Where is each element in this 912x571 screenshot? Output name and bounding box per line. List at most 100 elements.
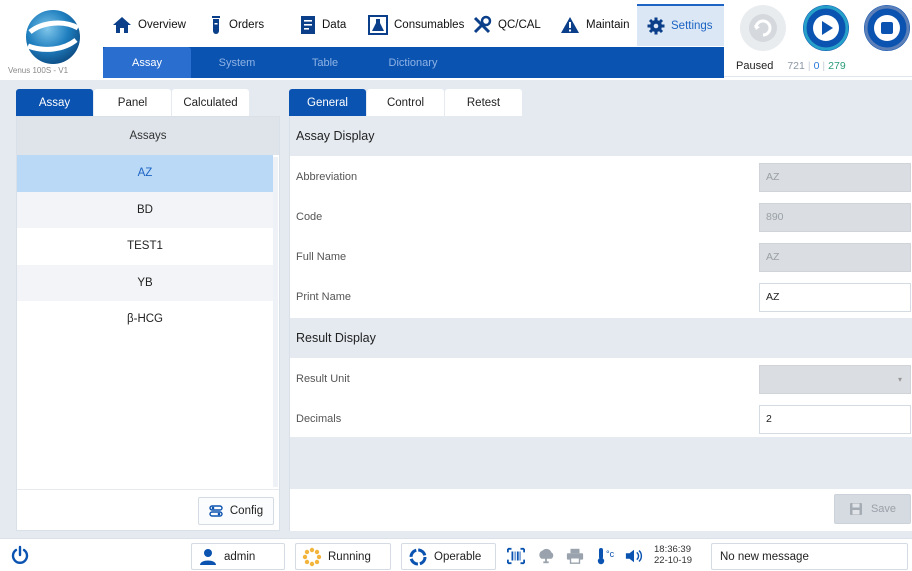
nav-data[interactable]: Data xyxy=(294,4,352,46)
nav-orders[interactable]: Orders xyxy=(203,4,270,46)
field-print-name: Print Name AZ xyxy=(290,277,912,317)
panel-spacer xyxy=(290,437,912,489)
field-code: Code 890 xyxy=(290,197,912,237)
stop-icon xyxy=(864,5,910,51)
run-button[interactable] xyxy=(803,5,849,51)
field-result-unit: Result Unit ▾ xyxy=(290,359,912,399)
test-tube-icon xyxy=(209,15,223,35)
run-status: Paused 721 | 0 | 279 xyxy=(724,55,912,77)
power-icon[interactable] xyxy=(10,545,30,565)
printer-icon[interactable] xyxy=(566,547,584,565)
subtab-system[interactable]: System xyxy=(191,47,283,78)
list-scrollbar[interactable] xyxy=(273,157,278,487)
decimals-input[interactable]: 2 xyxy=(759,404,911,434)
nav-settings-label: Settings xyxy=(671,20,713,32)
nav-overview[interactable]: Overview xyxy=(106,4,192,46)
app-logo xyxy=(22,6,84,68)
count-separator: | xyxy=(822,59,826,72)
print-name-input[interactable]: AZ xyxy=(759,282,911,312)
nav-qccal[interactable]: QC/CAL xyxy=(466,4,547,46)
result-display-heading: Result Display xyxy=(290,318,912,358)
barcode-scanner-icon[interactable] xyxy=(507,547,525,565)
document-icon xyxy=(300,15,316,35)
config-label: Config xyxy=(229,505,264,517)
tab-assay[interactable]: Assay xyxy=(16,89,93,116)
gear-icon xyxy=(647,17,665,35)
user-name: admin xyxy=(224,550,256,563)
print-name-label: Print Name xyxy=(296,291,352,303)
result-unit-label: Result Unit xyxy=(296,373,350,385)
operable-label: Operable xyxy=(434,550,482,563)
nav-maintain[interactable]: Maintain xyxy=(554,4,635,46)
svg-text:°c: °c xyxy=(606,549,615,559)
tab-control[interactable]: Control xyxy=(367,89,444,116)
lis-connection-icon[interactable] xyxy=(537,547,555,565)
count-running: 0 xyxy=(813,59,820,72)
nav-overview-label: Overview xyxy=(138,19,186,31)
volume-icon[interactable] xyxy=(625,547,643,565)
tools-icon xyxy=(472,15,492,35)
flask-icon xyxy=(368,15,388,35)
system-clock: 18:36:39 22-10-19 xyxy=(654,544,692,566)
count-done: 279 xyxy=(828,59,846,72)
nav-maintain-label: Maintain xyxy=(586,19,630,31)
abbreviation-input: AZ xyxy=(759,162,911,192)
code-label: Code xyxy=(296,211,323,223)
status-state: Paused xyxy=(736,59,774,72)
settings-subnav: Assay System Table Dictionary xyxy=(103,47,724,78)
count-separator: | xyxy=(807,59,811,72)
operable-status-button[interactable]: Operable xyxy=(401,543,496,570)
full-name-label: Full Name xyxy=(296,251,347,263)
field-decimals: Decimals 2 xyxy=(290,399,912,439)
clock-date: 22-10-19 xyxy=(654,555,693,566)
nav-orders-label: Orders xyxy=(229,19,265,31)
assay-item[interactable]: β-HCG xyxy=(17,301,273,338)
floppy-disk-icon xyxy=(849,503,862,515)
assay-display-heading: Assay Display xyxy=(290,116,912,156)
message-box[interactable]: No new message xyxy=(711,543,908,570)
stop-button[interactable] xyxy=(864,5,910,51)
nav-qccal-label: QC/CAL xyxy=(498,19,541,31)
subtab-assay[interactable]: Assay xyxy=(103,47,191,78)
temperature-icon[interactable]: °c xyxy=(596,547,618,565)
divider xyxy=(17,489,279,490)
abbreviation-label: Abbreviation xyxy=(296,171,358,183)
nav-data-label: Data xyxy=(322,19,347,31)
assay-item[interactable]: YB xyxy=(17,264,273,301)
assay-detail-panel: Assay Display Abbreviation AZ Code 890 F… xyxy=(289,116,912,531)
nav-consumables[interactable]: Consumables xyxy=(362,4,470,46)
assay-item[interactable]: AZ xyxy=(17,155,273,192)
field-abbreviation: Abbreviation AZ xyxy=(290,157,912,197)
nav-settings[interactable]: Settings xyxy=(637,4,724,46)
pause-button[interactable] xyxy=(740,5,786,51)
running-status-button[interactable]: Running xyxy=(295,543,391,570)
assay-list-panel: Assays AZ BD TEST1 YB β-HCG Config xyxy=(16,116,280,531)
assays-list-header: Assays xyxy=(17,117,279,155)
decimals-label: Decimals xyxy=(296,413,342,425)
tab-calculated[interactable]: Calculated xyxy=(172,89,249,116)
assay-item[interactable]: TEST1 xyxy=(17,228,273,265)
user-icon xyxy=(200,548,216,565)
tab-general[interactable]: General xyxy=(289,89,366,116)
home-icon xyxy=(112,16,132,34)
count-total: 721 xyxy=(787,59,805,72)
toggle-settings-icon xyxy=(209,505,223,517)
assay-item[interactable]: BD xyxy=(17,191,273,228)
clock-time: 18:36:39 xyxy=(654,544,691,555)
subtab-table[interactable]: Table xyxy=(283,47,367,78)
subtab-dictionary[interactable]: Dictionary xyxy=(367,47,459,78)
save-button[interactable]: Save xyxy=(834,494,911,524)
full-name-input: AZ xyxy=(759,242,911,272)
running-label: Running xyxy=(328,550,371,563)
main-content: Assay Panel Calculated Assays AZ BD TEST… xyxy=(0,80,912,538)
user-button[interactable]: admin xyxy=(191,543,285,570)
tab-panel[interactable]: Panel xyxy=(94,89,171,116)
field-full-name: Full Name AZ xyxy=(290,237,912,277)
spinner-icon xyxy=(302,547,322,566)
version-label: Venus 100S - V1 xyxy=(8,66,69,75)
top-header: Venus 100S - V1 Overview Orders Data Con… xyxy=(0,0,912,80)
config-button[interactable]: Config xyxy=(198,497,274,525)
nav-consumables-label: Consumables xyxy=(394,19,465,31)
refresh-icon xyxy=(749,14,777,42)
tab-retest[interactable]: Retest xyxy=(445,89,522,116)
